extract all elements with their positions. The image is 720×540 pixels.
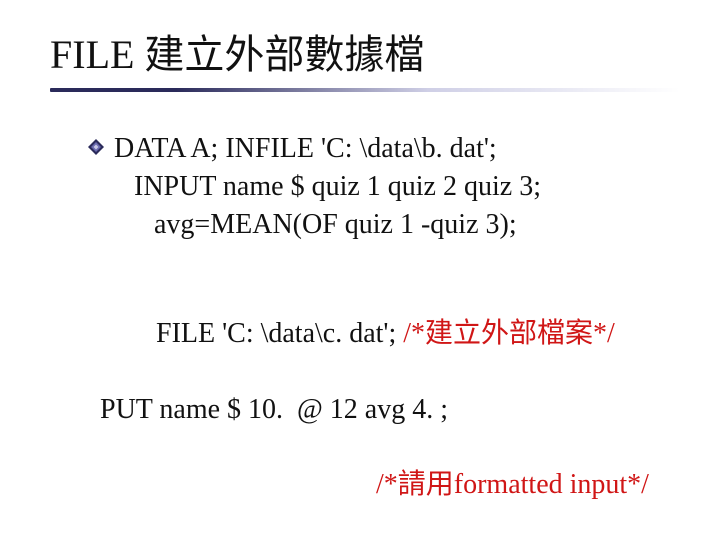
diamond-bullet-icon <box>88 139 104 155</box>
code-line: FILE 'C: \data\c. dat'; /*建立外部檔案*/ <box>100 277 690 390</box>
code-line: /*請用formatted input*/ <box>100 429 690 540</box>
title-area: FILE 建立外部數據檔 <box>50 32 680 92</box>
code-line: DATA A; INFILE 'C: \data\b. dat'; <box>114 130 541 168</box>
blank-line <box>88 243 690 277</box>
slide-title: FILE 建立外部數據檔 <box>50 32 680 78</box>
bullet-item-1: DATA A; INFILE 'C: \data\b. dat'; INPUT … <box>88 130 690 243</box>
slide: FILE 建立外部數據檔 DATA A; INFILE 'C: \data\b.… <box>0 0 720 540</box>
file-statement: FILE 'C: \data\c. dat'; <box>156 318 403 349</box>
code-line: avg=MEAN(OF quiz 1 -quiz 3); <box>114 206 541 244</box>
block2: FILE 'C: \data\c. dat'; /*建立外部檔案*/ PUT n… <box>88 277 690 540</box>
code-comment: /*請用formatted input*/ <box>376 469 649 500</box>
code-line: INPUT name $ quiz 1 quiz 2 quiz 3; <box>114 168 541 206</box>
slide-body: DATA A; INFILE 'C: \data\b. dat'; INPUT … <box>88 130 690 540</box>
block1: DATA A; INFILE 'C: \data\b. dat'; INPUT … <box>114 130 541 243</box>
title-underline <box>50 88 680 92</box>
code-comment: /*建立外部檔案*/ <box>403 318 615 349</box>
code-line: PUT name $ 10. @ 12 avg 4. ; <box>100 391 690 429</box>
